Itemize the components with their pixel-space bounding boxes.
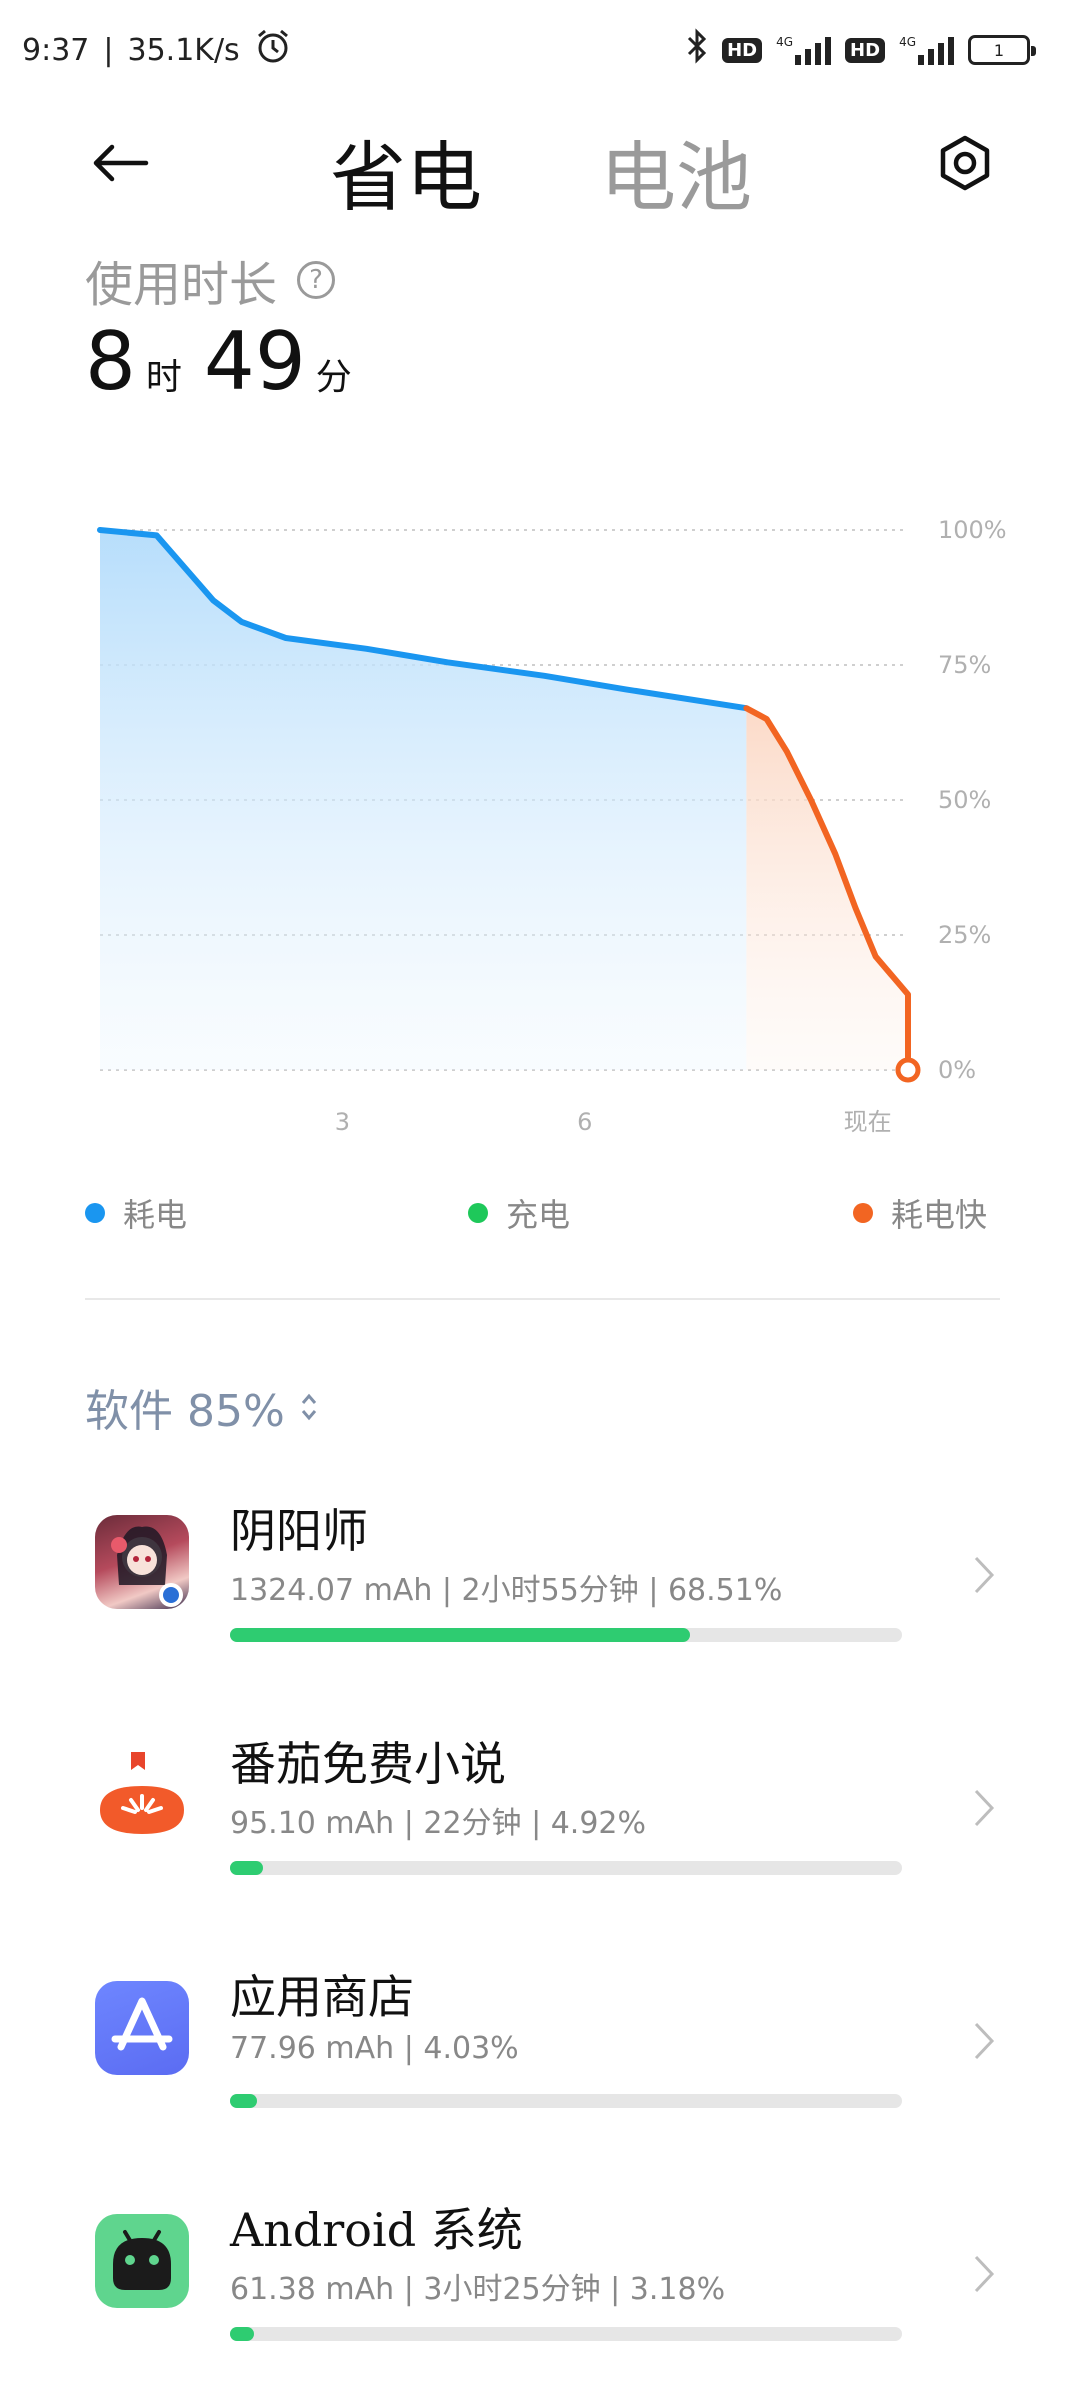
signal-icon: 4G	[776, 35, 832, 65]
x-tick-label: 3	[335, 1108, 350, 1136]
usage-bar-fill	[230, 2327, 254, 2341]
status-divider: |	[103, 32, 114, 68]
legend-label: 充电	[506, 1196, 571, 1234]
app-stats: 77.96 mAh | 4.03%	[230, 2031, 519, 2066]
app-stats: 61.38 mAh | 3小时25分钟 | 3.18%	[230, 2272, 726, 2307]
list-item[interactable]: 阴阳师 1324.07 mAh | 2小时55分钟 | 68.51%	[0, 1465, 1080, 1698]
legend-dot	[853, 1203, 873, 1223]
signal-icon: 4G	[899, 35, 954, 65]
legend-label: 耗电快	[891, 1196, 988, 1234]
divider	[85, 1298, 1000, 1300]
chart-legend: 耗电 充电 耗电快	[0, 1190, 1080, 1250]
tab-battery[interactable]: 电池	[600, 116, 752, 226]
chevron-right-icon	[974, 2022, 995, 2060]
app-name: 应用商店	[230, 1970, 414, 2024]
status-time: 9:37	[22, 32, 90, 68]
y-tick-label: 50%	[938, 786, 991, 814]
list-item[interactable]: 番茄免费小说 95.10 mAh | 22分钟 | 4.92%	[0, 1698, 1080, 1931]
app-name: 番茄免费小说	[230, 1737, 506, 1791]
app-name: 阴阳师	[230, 1504, 368, 1558]
bluetooth-icon	[686, 28, 708, 72]
hd-badge: HD	[722, 37, 763, 63]
usage-duration-label: 使用时长 ?	[85, 245, 336, 315]
usage-minutes: 49	[203, 315, 306, 408]
android-system-icon	[95, 2214, 189, 2308]
legend-dot	[85, 1203, 105, 1223]
section-title: 软件 85%	[85, 1386, 285, 1437]
tab-power-saving[interactable]: 省电	[330, 116, 482, 226]
x-tick-label: 6	[577, 1108, 592, 1136]
legend-dot	[468, 1203, 488, 1223]
status-right: HD 4G HD 4G 1	[686, 28, 1036, 72]
usage-bar-fill	[230, 1861, 264, 1875]
status-left: 9:37 | 35.1K/s	[22, 27, 292, 73]
chevron-right-icon	[974, 2255, 995, 2293]
gear-icon	[940, 135, 990, 191]
legend-item-drain: 耗电	[85, 1190, 187, 1236]
usage-hours-unit: 时	[145, 357, 182, 398]
sort-icon	[299, 1391, 319, 1423]
app-name: Android 系统	[230, 2203, 523, 2257]
usage-minutes-unit: 分	[315, 357, 352, 398]
software-sort-toggle[interactable]: 软件 85%	[85, 1375, 319, 1439]
status-speed: 35.1K/s	[127, 32, 240, 68]
chevron-right-icon	[974, 1789, 995, 1827]
usage-duration-value: 8 时 49 分	[85, 315, 364, 408]
status-bar: 9:37 | 35.1K/s HD 4G HD 4G 1	[0, 0, 1080, 100]
usage-bar	[230, 1861, 902, 1875]
list-item[interactable]: Android 系统 61.38 mAh | 3小时25分钟 | 3.18%	[0, 2164, 1080, 2397]
series-area	[100, 530, 747, 1070]
legend-item-fast-drain: 耗电快	[853, 1190, 987, 1236]
app-stats: 95.10 mAh | 22分钟 | 4.92%	[230, 1806, 647, 1841]
x-tick-label: 现在	[844, 1108, 892, 1136]
app-stats: 1324.07 mAh | 2小时55分钟 | 68.51%	[230, 1573, 783, 1608]
battery-icon: 1	[968, 35, 1036, 65]
battery-level-chart: 100% 75% 50% 25% 0% 3 6 现在	[97, 516, 1007, 1136]
tomato-novel-app-icon	[95, 1748, 189, 1842]
legend-label: 耗电	[123, 1196, 188, 1234]
app-store-icon	[95, 1981, 189, 2075]
network-type: 4G	[776, 35, 794, 49]
back-arrow-icon	[93, 144, 149, 182]
alarm-icon	[254, 27, 292, 73]
settings-button[interactable]	[930, 128, 1000, 198]
y-tick-label: 100%	[938, 516, 1007, 544]
help-icon[interactable]: ?	[297, 261, 336, 299]
legend-item-charging: 充电	[468, 1190, 570, 1236]
usage-bar	[230, 1628, 902, 1642]
series-area	[746, 708, 908, 1070]
chart-areas	[100, 530, 908, 1070]
y-tick-label: 25%	[938, 921, 991, 949]
usage-label-text: 使用时长	[85, 257, 278, 313]
chart-x-ticks: 3 6 现在	[335, 1108, 892, 1136]
y-tick-label: 0%	[938, 1056, 976, 1084]
list-item[interactable]: 应用商店 77.96 mAh | 4.03%	[0, 1931, 1080, 2164]
network-type: 4G	[899, 35, 916, 49]
usage-bar	[230, 2094, 902, 2108]
chart-end-marker	[895, 1057, 921, 1083]
usage-bar-fill	[230, 1628, 691, 1642]
y-tick-label: 75%	[938, 651, 991, 679]
chart-y-ticks: 100% 75% 50% 25% 0%	[938, 516, 1007, 1084]
usage-bar	[230, 2327, 902, 2341]
app-list: 阴阳师 1324.07 mAh | 2小时55分钟 | 68.51% 番茄免费小…	[0, 1465, 1080, 2397]
usage-hours: 8	[85, 315, 136, 408]
header: 省电 电池	[0, 100, 1080, 230]
battery-level: 1	[993, 40, 1005, 60]
current-point-marker	[895, 1057, 921, 1083]
hd-badge: HD	[845, 37, 886, 63]
onmyoji-app-icon	[95, 1515, 189, 1609]
back-button[interactable]	[80, 128, 160, 198]
chevron-right-icon	[974, 1556, 995, 1594]
usage-bar-fill	[230, 2094, 258, 2108]
